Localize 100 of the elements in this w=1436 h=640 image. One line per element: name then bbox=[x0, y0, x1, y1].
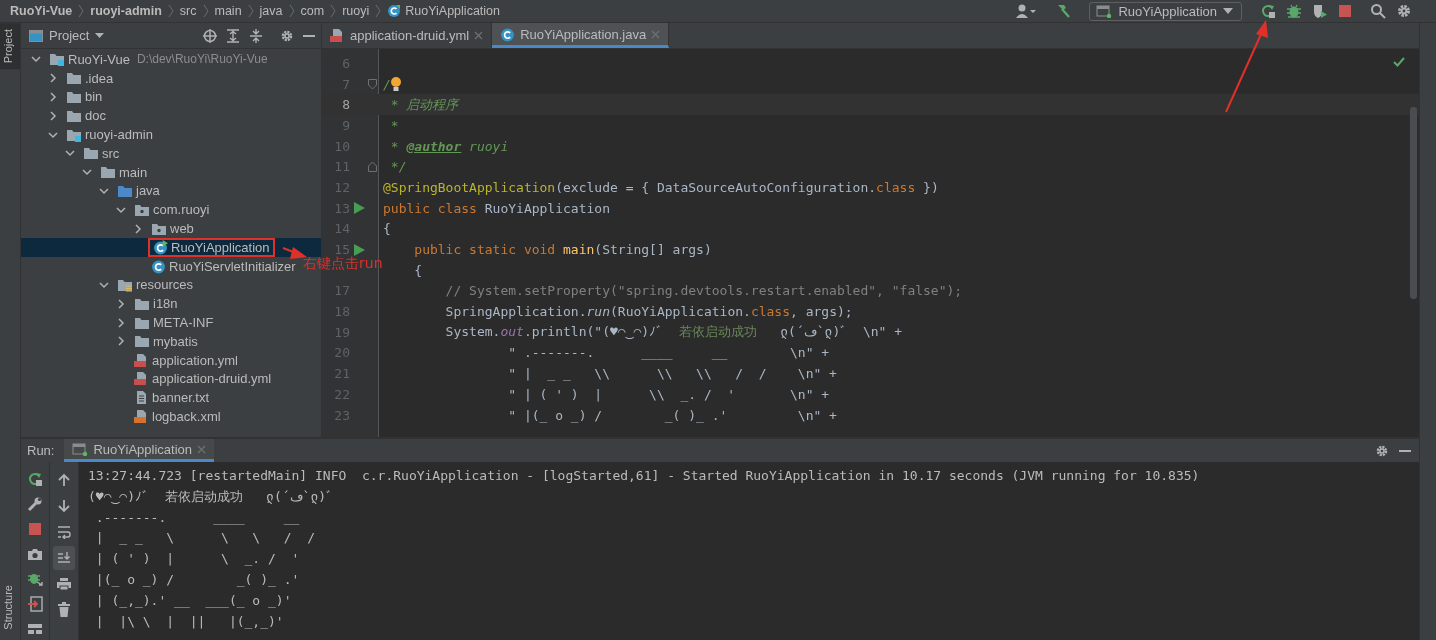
code-line: " .-------. ____ __ \n" + bbox=[507, 345, 830, 361]
console-line: | |\ \ | || |(_,_)' bbox=[94, 612, 285, 631]
tree-item[interactable]: mybatis bbox=[131, 332, 201, 350]
tree-item[interactable]: logback.xml bbox=[131, 408, 224, 426]
folder-icon bbox=[66, 127, 82, 142]
run-tab[interactable]: RuoYiApplication bbox=[64, 439, 214, 462]
tree-item[interactable]: com.ruoyi bbox=[131, 201, 213, 219]
tree-item[interactable]: .idea bbox=[63, 69, 117, 87]
console-line: .-------. ____ __ bbox=[94, 508, 301, 527]
chevron-icon[interactable] bbox=[116, 336, 126, 347]
folder-icon bbox=[151, 221, 167, 236]
chevron-icon[interactable] bbox=[31, 54, 41, 65]
tree-item[interactable]: RuoYiServletInitializer bbox=[148, 257, 299, 275]
run-configuration-dropdown[interactable]: RuoYiApplication bbox=[1089, 1, 1242, 21]
panel-icon bbox=[29, 29, 43, 42]
class-icon bbox=[500, 26, 516, 42]
breadcrumb[interactable]: ruoyi-admin bbox=[90, 4, 162, 18]
rerun-icon[interactable] bbox=[1260, 3, 1276, 19]
code-line: " |(_ o _) / _( )_ .' \n" + bbox=[507, 407, 837, 423]
fold-icon[interactable] bbox=[368, 78, 377, 90]
down-arrow-icon bbox=[57, 499, 71, 513]
class-icon bbox=[151, 258, 166, 274]
side-tab[interactable]: Structure bbox=[0, 579, 20, 636]
settings-icon[interactable] bbox=[1375, 443, 1389, 458]
breadcrumb[interactable]: ruoyi bbox=[342, 4, 370, 18]
project-path: D:\dev\RuoYi\RuoYi-Vue bbox=[136, 52, 268, 67]
chevron-icon[interactable] bbox=[48, 129, 58, 140]
camera-icon bbox=[27, 547, 43, 561]
tree-item[interactable]: doc bbox=[63, 107, 109, 125]
chevron-icon[interactable] bbox=[65, 148, 75, 159]
tree-item[interactable]: application-druid.yml bbox=[131, 370, 275, 388]
chevron-icon[interactable] bbox=[116, 298, 126, 309]
breadcrumb[interactable]: com bbox=[300, 4, 325, 18]
project-view-dropdown[interactable]: Project bbox=[29, 28, 105, 43]
collapse-all-icon[interactable] bbox=[249, 28, 263, 43]
scrollbar-thumb[interactable] bbox=[1410, 107, 1417, 299]
tree-item[interactable]: RuoYiApplication bbox=[148, 237, 275, 257]
folder-icon bbox=[134, 315, 150, 330]
run-icon[interactable] bbox=[353, 202, 365, 215]
stop-icon bbox=[28, 522, 42, 537]
tree-item[interactable]: resources bbox=[114, 276, 197, 294]
code-line: @SpringBootApplication(exclude = { DataSourceAutoConfiguration.class }) bbox=[383, 179, 939, 195]
breadcrumb[interactable]: main bbox=[214, 4, 242, 18]
tree-item[interactable]: application.yml bbox=[131, 351, 241, 369]
tree-item[interactable]: web bbox=[148, 220, 197, 238]
editor-tab[interactable]: RuoYiApplication.java bbox=[492, 23, 670, 48]
chevron-icon[interactable] bbox=[99, 279, 109, 290]
run-label: Run: bbox=[27, 443, 55, 458]
settings-icon[interactable] bbox=[280, 28, 294, 43]
chevron-icon[interactable] bbox=[48, 92, 58, 102]
tree-item[interactable]: i18n bbox=[131, 295, 181, 313]
file-icon bbox=[134, 352, 149, 368]
code-line: // System.setProperty("spring.devtools.restart.enabled", "false"); bbox=[444, 283, 963, 299]
class-icon bbox=[387, 4, 402, 18]
locate-icon[interactable] bbox=[203, 28, 217, 43]
chevron-icon[interactable] bbox=[82, 167, 92, 178]
bug-icon[interactable] bbox=[1286, 3, 1302, 19]
scroll-end-tool-button[interactable] bbox=[53, 546, 75, 570]
side-tab[interactable]: Project bbox=[0, 23, 20, 70]
search-icon[interactable] bbox=[1370, 3, 1386, 19]
expand-all-icon[interactable] bbox=[226, 28, 240, 43]
separator-icon bbox=[247, 4, 254, 18]
tree-item[interactable]: bin bbox=[63, 88, 106, 106]
tree-item[interactable]: RuoYi-Vue D:\dev\RuoYi\RuoYi-Vue bbox=[46, 50, 271, 68]
chevron-icon[interactable] bbox=[48, 73, 58, 84]
chevron-icon[interactable] bbox=[116, 204, 126, 215]
tree-item[interactable]: main bbox=[97, 163, 151, 181]
settings-icon[interactable] bbox=[1396, 3, 1412, 19]
breadcrumb[interactable]: src bbox=[179, 4, 197, 18]
breadcrumb[interactable]: RuoYi-Vue bbox=[10, 4, 73, 18]
code-line: */ bbox=[389, 159, 407, 175]
coverage-icon[interactable] bbox=[1312, 3, 1328, 19]
tree-item[interactable]: ruoyi-admin bbox=[63, 126, 156, 144]
fold-icon[interactable] bbox=[368, 161, 377, 173]
folder-icon bbox=[100, 165, 116, 180]
tree-item[interactable]: banner.txt bbox=[131, 389, 213, 407]
console-line: (♥◠‿◠)ﾉﾞ 若依启动成功 ლ(´ڡ`ლ)ﾞ bbox=[88, 487, 335, 506]
separator-icon bbox=[375, 4, 382, 18]
file-icon bbox=[134, 409, 149, 425]
tree-item[interactable]: META-INF bbox=[131, 314, 217, 332]
lightbulb-icon[interactable] bbox=[389, 75, 403, 92]
annotation-arrow bbox=[282, 247, 307, 259]
printer-icon bbox=[56, 577, 72, 591]
breadcrumb[interactable]: java bbox=[259, 4, 283, 18]
separator-icon bbox=[78, 4, 85, 18]
code-line: * bbox=[389, 117, 399, 133]
run-icon[interactable] bbox=[353, 243, 365, 256]
up-arrow-icon bbox=[57, 473, 71, 487]
chevron-icon[interactable] bbox=[116, 317, 126, 328]
chevron-icon[interactable] bbox=[48, 110, 58, 121]
user-icon[interactable] bbox=[1015, 3, 1038, 19]
caret-icon bbox=[1223, 8, 1233, 14]
tree-item[interactable]: java bbox=[114, 182, 163, 200]
stop-icon[interactable] bbox=[1338, 4, 1352, 18]
folder-icon bbox=[66, 90, 82, 104]
breadcrumb[interactable]: RuoYiApplication bbox=[387, 4, 500, 18]
chevron-icon[interactable] bbox=[99, 185, 109, 196]
tree-item[interactable]: src bbox=[80, 144, 123, 162]
chevron-icon[interactable] bbox=[133, 223, 143, 234]
code-line: public class RuoYiApplication bbox=[383, 200, 610, 216]
